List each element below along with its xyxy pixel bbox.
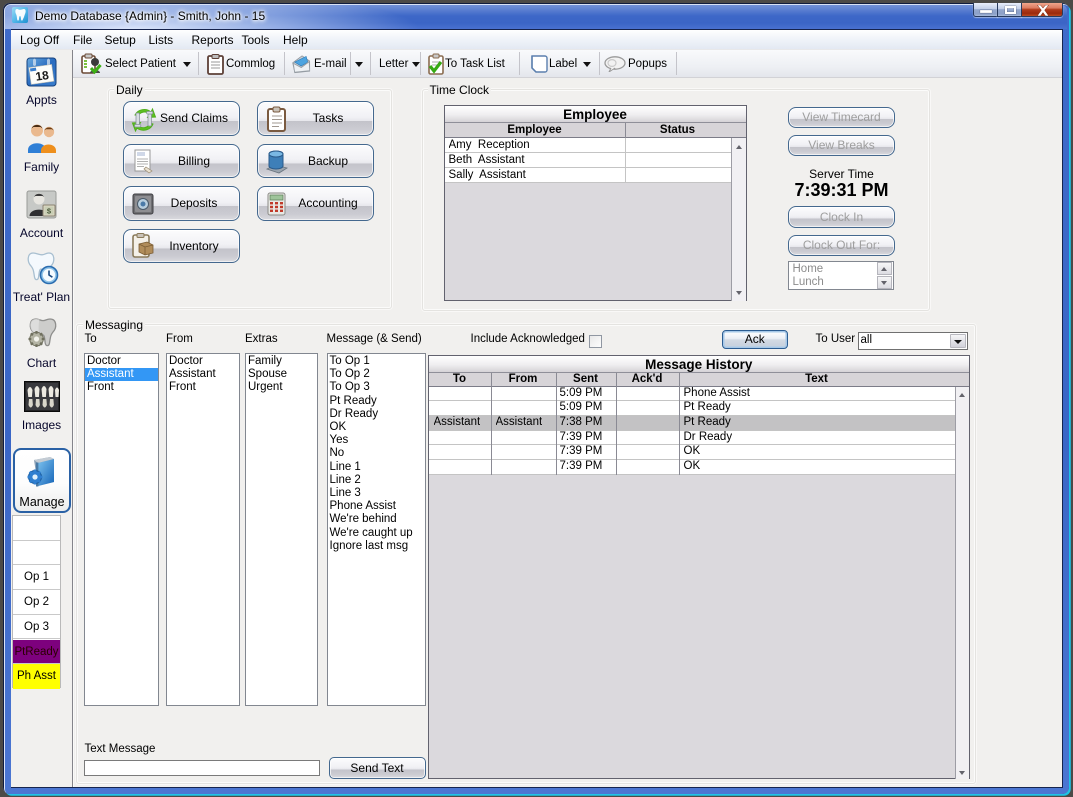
svg-text:18: 18 — [35, 68, 50, 84]
